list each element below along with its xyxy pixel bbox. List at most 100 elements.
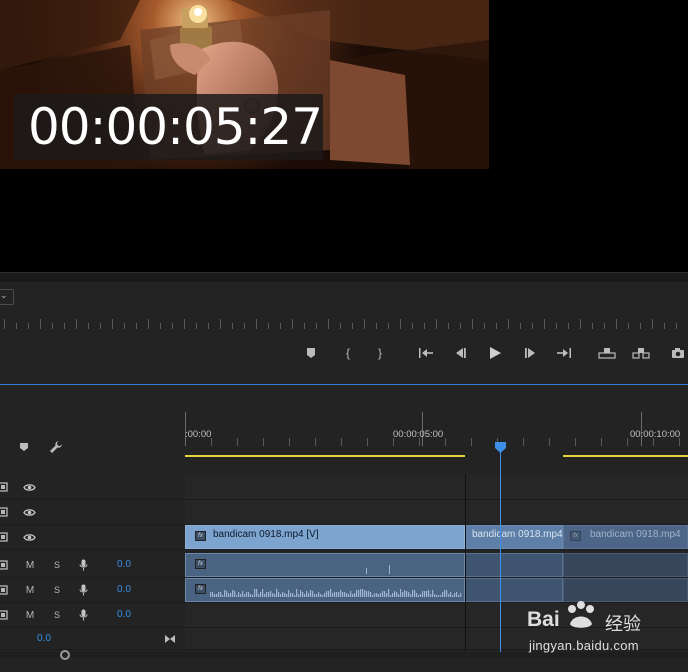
toggle-output-button[interactable] (22, 481, 36, 493)
go-to-out-button[interactable] (553, 342, 575, 364)
go-to-in-button[interactable] (415, 342, 437, 364)
track-lane[interactable]: fx bandicam 0918.mp4 [V] bandicam 0918.m… (185, 525, 688, 550)
work-area-bar[interactable] (185, 454, 688, 460)
export-frame-button[interactable] (667, 342, 688, 364)
ruler-tick (148, 319, 149, 329)
toggle-sync-lock-icon[interactable] (0, 530, 9, 544)
ruler-tick (388, 323, 389, 329)
video-clip[interactable]: fx bandicam 0918.mp4 [V] (185, 525, 465, 549)
monitor-mini-ruler[interactable] (0, 318, 688, 330)
voice-over-record-button[interactable] (77, 583, 89, 597)
ruler-tick (16, 323, 17, 329)
waveform-bar (430, 594, 432, 597)
track-header: 0.0 (0, 628, 185, 650)
video-clip[interactable]: fx bandicam 0918.mp4 (563, 525, 688, 549)
add-marker-button[interactable] (17, 440, 31, 454)
waveform-bar (306, 591, 308, 597)
mute-track-button[interactable]: M (24, 559, 36, 571)
waveform-bar (254, 589, 256, 597)
waveform-bar (426, 591, 428, 597)
playhead-line[interactable] (500, 446, 501, 656)
track-header: M S 0.0 (0, 578, 185, 603)
play-button[interactable] (484, 342, 506, 364)
track-lane[interactable] (185, 475, 688, 500)
waveform-bar (424, 591, 426, 597)
voice-over-record-button[interactable] (77, 608, 89, 622)
playhead-handle[interactable] (495, 442, 506, 453)
track-lane[interactable] (185, 500, 688, 525)
master-volume-value[interactable]: 0.0 (37, 633, 51, 644)
audio-waveform (366, 565, 390, 574)
track-volume-value[interactable]: 0.0 (117, 584, 131, 595)
audio-clip[interactable] (465, 553, 563, 577)
ruler-tick (460, 323, 461, 329)
toggle-sync-lock-icon[interactable] (0, 480, 9, 494)
solo-track-button[interactable]: S (51, 584, 63, 596)
audio-clip[interactable] (563, 553, 688, 577)
ruler-tick (172, 323, 173, 329)
lift-button[interactable] (596, 342, 618, 364)
voice-over-record-button[interactable] (77, 558, 89, 572)
waveform-bar (222, 595, 224, 597)
waveform-bar (398, 594, 400, 597)
waveform-bar (284, 593, 286, 597)
toggle-sync-lock-icon[interactable] (0, 583, 9, 597)
panel-divider[interactable] (0, 272, 688, 282)
waveform-bar (320, 594, 322, 597)
mark-in-button[interactable]: { (337, 342, 359, 364)
master-track-toggle[interactable] (163, 632, 177, 646)
track-volume-value[interactable]: 0.0 (117, 559, 131, 570)
waveform-bar (382, 591, 384, 597)
mute-track-button[interactable]: M (24, 609, 36, 621)
toggle-sync-lock-icon[interactable] (0, 505, 9, 519)
mute-track-button[interactable]: M (24, 584, 36, 596)
ruler-tick (263, 438, 264, 446)
toggle-sync-lock-icon[interactable] (0, 558, 9, 572)
waveform-bar (256, 589, 258, 597)
audio-clip[interactable]: fx (185, 578, 465, 602)
toggle-sync-lock-icon[interactable] (0, 608, 9, 622)
waveform-bar (452, 595, 454, 597)
waveform-bar (296, 589, 298, 597)
audio-track-a1: M S 0.0 fx (0, 553, 688, 578)
toggle-output-button[interactable] (22, 506, 36, 518)
solo-track-button[interactable]: S (51, 559, 63, 571)
ruler-tick (100, 323, 101, 329)
solo-track-button[interactable]: S (51, 609, 63, 621)
waveform-bar (378, 594, 380, 597)
ruler-tick (549, 438, 550, 446)
waveform-bar (390, 595, 392, 597)
toggle-output-button[interactable] (22, 531, 36, 543)
zoom-dropdown[interactable]: ⌄ (0, 289, 14, 305)
ruler-tick (112, 319, 113, 329)
extract-button[interactable] (630, 342, 652, 364)
zoom-handle[interactable] (60, 650, 70, 660)
ruler-tick (220, 319, 221, 329)
waveform-bar (420, 594, 422, 597)
timeline-settings-button[interactable] (48, 439, 64, 455)
ruler-label: 00:00:10:00 (630, 429, 681, 440)
step-forward-button[interactable] (520, 342, 542, 364)
waveform-bar (418, 595, 420, 597)
step-back-button[interactable] (449, 342, 471, 364)
microphone-icon (79, 559, 87, 571)
ruler-tick (367, 438, 368, 446)
mark-out-button[interactable]: } (369, 342, 391, 364)
waveform-bar (298, 594, 300, 597)
track-volume-value[interactable]: 0.0 (117, 609, 131, 620)
waveform-bar (442, 592, 444, 597)
ruler-tick (352, 323, 353, 329)
video-clip[interactable]: bandicam 0918.mp4 (465, 525, 563, 549)
waveform-bar (436, 595, 438, 597)
waveform-bar (404, 590, 406, 597)
audio-clip[interactable]: fx (185, 553, 465, 577)
waveform-bar (444, 590, 446, 597)
add-marker-button[interactable] (300, 342, 322, 364)
film-icon (0, 585, 8, 595)
waveform-bar (346, 593, 348, 597)
step-back-icon (456, 348, 466, 358)
timeline-ruler[interactable]: :00:00 00:00:05:00 00:00:10:00 (185, 386, 688, 476)
waveform-bar (324, 593, 326, 597)
ruler-tick (40, 319, 41, 329)
track-lane[interactable]: fx (185, 553, 688, 578)
